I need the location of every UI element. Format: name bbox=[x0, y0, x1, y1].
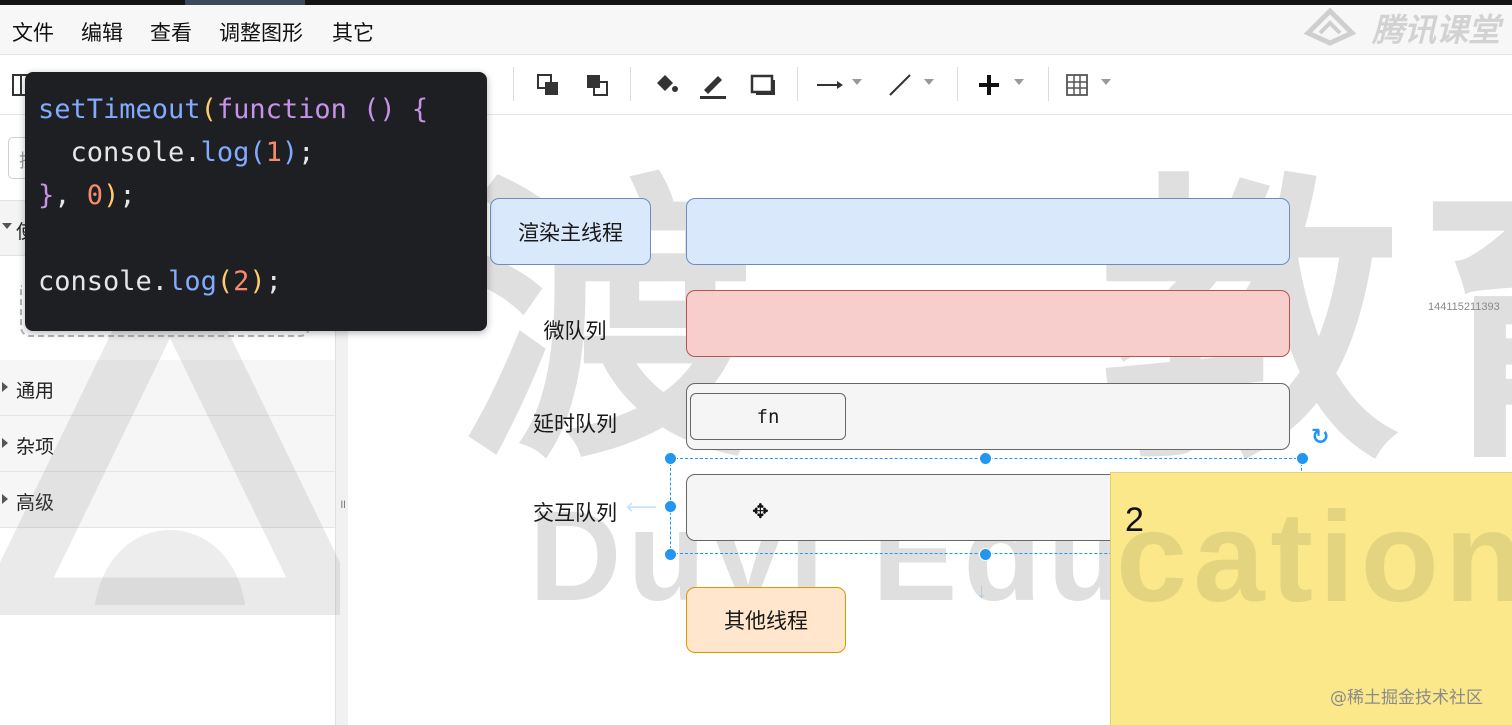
menu-file[interactable]: 文件 bbox=[12, 17, 54, 47]
table-icon[interactable] bbox=[1059, 67, 1095, 103]
toolbar-divider bbox=[1048, 67, 1049, 101]
code-token: ( bbox=[216, 266, 234, 297]
watermark-brand-en-overlay: cation bbox=[1116, 486, 1512, 629]
waypoint-icon[interactable] bbox=[882, 67, 918, 103]
code-token: 0 bbox=[86, 180, 104, 211]
collapsed-triangle-icon bbox=[2, 438, 8, 448]
collapsed-triangle-icon bbox=[2, 382, 8, 392]
watermark-id-text: 144115211393 bbox=[1428, 301, 1500, 313]
tencent-logo-icon bbox=[1303, 7, 1357, 46]
menubar: 文件 编辑 查看 调整图形 其它 腾讯课堂 bbox=[0, 5, 1512, 55]
code-token: 1 bbox=[265, 137, 282, 168]
code-token: function bbox=[216, 94, 347, 125]
code-token: log bbox=[168, 266, 217, 297]
code-token: ) bbox=[249, 266, 266, 297]
chevron-down-icon[interactable] bbox=[852, 79, 862, 85]
code-line-1: setTimeout(function () { bbox=[38, 94, 428, 125]
code-token: ( bbox=[249, 137, 266, 168]
task-label: fn bbox=[756, 405, 780, 428]
code-token: . bbox=[151, 266, 169, 297]
node-label: 渲染主线程 bbox=[518, 220, 623, 245]
menu-extras[interactable]: 其它 bbox=[332, 17, 374, 47]
resize-handle-top-left[interactable] bbox=[664, 452, 677, 465]
chevron-down-icon[interactable] bbox=[1101, 79, 1111, 85]
chevron-down-icon[interactable] bbox=[924, 79, 934, 85]
node-label: 交互队列 bbox=[533, 501, 617, 525]
sidebar-section-advanced[interactable]: 高级 bbox=[0, 472, 335, 528]
to-back-icon[interactable] bbox=[579, 67, 615, 103]
rotate-handle-icon[interactable]: ↻ bbox=[1311, 424, 1329, 450]
tencent-watermark-text: 腾讯课堂 bbox=[1372, 11, 1501, 49]
toolbar-divider bbox=[797, 67, 798, 101]
code-snippet-panel: setTimeout(function () { console.log(1);… bbox=[25, 72, 487, 331]
code-token: console bbox=[38, 137, 185, 168]
resize-handle-left[interactable] bbox=[664, 500, 677, 513]
expanded-triangle-icon bbox=[2, 223, 12, 229]
connect-arrow-left-icon[interactable]: ⟵ bbox=[626, 494, 658, 520]
tencent-classroom-watermark: 腾讯课堂 bbox=[1300, 3, 1512, 49]
chevron-down-icon[interactable] bbox=[1014, 79, 1024, 85]
code-token: , bbox=[54, 180, 71, 211]
shadow-icon[interactable] bbox=[745, 67, 781, 103]
menu-arrange[interactable]: 调整图形 bbox=[219, 17, 303, 47]
splitter-grip-icon[interactable]: ॥ bbox=[339, 495, 346, 512]
juejin-credit: @稀土掘金技术社区 bbox=[1330, 688, 1483, 708]
node-label: 微队列 bbox=[543, 319, 607, 343]
toolbar-divider bbox=[957, 67, 958, 101]
sidebar-section-label: 高级 bbox=[16, 492, 55, 514]
node-label: 延时队列 bbox=[533, 412, 617, 436]
code-token: ; bbox=[265, 266, 282, 297]
resize-handle-top[interactable] bbox=[979, 452, 992, 465]
micro-queue-label: 微队列 bbox=[490, 305, 660, 355]
code-token: . bbox=[184, 137, 201, 168]
code-line-3: }, 0); bbox=[38, 180, 136, 211]
sidebar-section-general[interactable]: 通用 bbox=[0, 360, 335, 416]
fill-color-icon[interactable] bbox=[647, 67, 683, 103]
sidebar-section-misc[interactable]: 杂项 bbox=[0, 416, 335, 472]
delay-task-fn[interactable]: fn bbox=[690, 393, 846, 440]
toolbar-divider bbox=[513, 67, 514, 101]
insert-plus-icon[interactable] bbox=[971, 67, 1007, 103]
collapsed-triangle-icon bbox=[2, 494, 8, 504]
code-token: 2 bbox=[233, 266, 250, 297]
code-line-2: console.log(1); bbox=[38, 137, 315, 168]
toolbar-divider bbox=[630, 67, 631, 101]
menu-edit[interactable]: 编辑 bbox=[81, 17, 123, 47]
code-token: console bbox=[38, 266, 152, 297]
code-token: } bbox=[38, 180, 55, 211]
code-token: { bbox=[411, 94, 429, 125]
render-main-thread-node[interactable]: 渲染主线程 bbox=[490, 198, 651, 265]
menu-view[interactable]: 查看 bbox=[150, 17, 192, 47]
code-token: log bbox=[200, 137, 250, 168]
code-token: ) bbox=[103, 180, 120, 211]
sidebar-section-label: 杂项 bbox=[16, 436, 55, 458]
resize-handle-bottom-left[interactable] bbox=[664, 548, 677, 561]
move-cursor-icon: ✥ bbox=[752, 501, 769, 523]
node-label: 其他线程 bbox=[724, 609, 808, 633]
code-token: ( bbox=[200, 94, 217, 125]
connection-arrow-icon[interactable] bbox=[812, 67, 848, 103]
code-token: ; bbox=[298, 137, 315, 168]
code-line-5: console.log(2); bbox=[38, 266, 282, 297]
code-token: setTimeout bbox=[38, 94, 201, 125]
connect-arrow-down-icon[interactable]: ↓ bbox=[976, 578, 987, 604]
code-token: ) bbox=[281, 137, 299, 168]
to-front-icon[interactable] bbox=[530, 67, 566, 103]
micro-queue-lane[interactable] bbox=[686, 290, 1290, 357]
line-color-icon[interactable] bbox=[695, 67, 731, 103]
code-token: () bbox=[363, 94, 396, 125]
resize-handle-top-right[interactable] bbox=[1296, 452, 1309, 465]
sidebar-section-label: 通用 bbox=[16, 380, 55, 402]
other-threads-node[interactable]: 其他线程 bbox=[686, 587, 846, 653]
code-token: ; bbox=[119, 180, 136, 211]
resize-handle-bottom[interactable] bbox=[979, 548, 992, 561]
render-thread-lane[interactable] bbox=[686, 198, 1290, 265]
delay-queue-label: 延时队列 bbox=[490, 398, 660, 448]
